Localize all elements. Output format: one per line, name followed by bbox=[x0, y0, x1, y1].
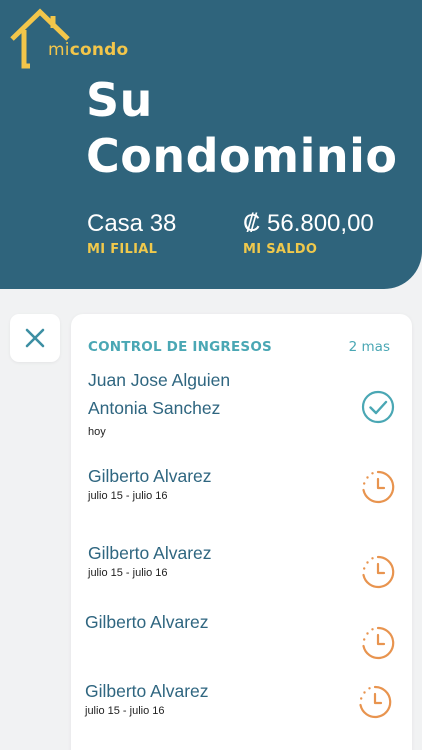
entry-row[interactable]: Gilberto Alvarez bbox=[85, 608, 345, 636]
filial-stat: Casa 38 MI FILIAL bbox=[87, 210, 176, 257]
entry-date: julio 15 - julio 16 bbox=[85, 705, 165, 717]
card-title: CONTROL DE INGRESOS bbox=[88, 339, 272, 355]
check-circle-icon bbox=[361, 390, 395, 424]
close-icon bbox=[25, 328, 45, 348]
entry-row[interactable]: Juan Jose Alguien Antonia Sanchez hoy bbox=[88, 366, 388, 438]
entry-row[interactable]: Gilberto Alvarez julio 15 - julio 16 bbox=[85, 677, 345, 717]
header-panel: micondo Su Condominio Casa 38 MI FILIAL … bbox=[0, 0, 422, 289]
saldo-stat: ₡ 56.800,00 MI SALDO bbox=[243, 210, 374, 257]
close-button[interactable] bbox=[10, 314, 60, 362]
app-logo[interactable]: micondo bbox=[10, 6, 128, 70]
entries-card: CONTROL DE INGRESOS 2 mas Juan Jose Algu… bbox=[71, 314, 412, 750]
brand-name: micondo bbox=[48, 40, 128, 60]
clock-icon bbox=[362, 470, 395, 504]
saldo-label: MI SALDO bbox=[243, 242, 318, 257]
entry-date: hoy bbox=[88, 426, 106, 438]
more-link[interactable]: 2 mas bbox=[349, 339, 390, 355]
entry-date: julio 15 - julio 16 bbox=[88, 567, 168, 579]
filial-label: MI FILIAL bbox=[87, 242, 158, 257]
page-title-line1: Su bbox=[86, 73, 153, 127]
visitor-name: Gilberto Alvarez bbox=[85, 612, 209, 632]
visitor-name: Gilberto Alvarez bbox=[85, 681, 209, 701]
page-title: Su Condominio bbox=[86, 72, 397, 184]
card-header: CONTROL DE INGRESOS 2 mas bbox=[88, 339, 390, 357]
clock-icon bbox=[359, 685, 392, 719]
entry-date: julio 15 - julio 16 bbox=[88, 490, 168, 502]
visitor-name: Juan Jose Alguien bbox=[88, 370, 231, 390]
saldo-value: ₡ 56.800,00 bbox=[243, 210, 374, 237]
brand-mi: mi bbox=[48, 40, 70, 60]
visitor-name: Gilberto Alvarez bbox=[88, 543, 212, 563]
entry-row[interactable]: Gilberto Alvarez julio 15 - julio 16 bbox=[88, 462, 348, 502]
visitor-name: Antonia Sanchez bbox=[88, 398, 221, 418]
visitor-name: Gilberto Alvarez bbox=[88, 466, 212, 486]
house-icon bbox=[10, 8, 70, 69]
clock-icon bbox=[362, 626, 395, 660]
brand-condo: condo bbox=[69, 40, 129, 60]
entry-row[interactable]: Gilberto Alvarez julio 15 - julio 16 bbox=[88, 539, 348, 579]
filial-value: Casa 38 bbox=[87, 210, 177, 237]
clock-icon bbox=[362, 555, 395, 589]
page-title-line2: Condominio bbox=[86, 129, 398, 183]
